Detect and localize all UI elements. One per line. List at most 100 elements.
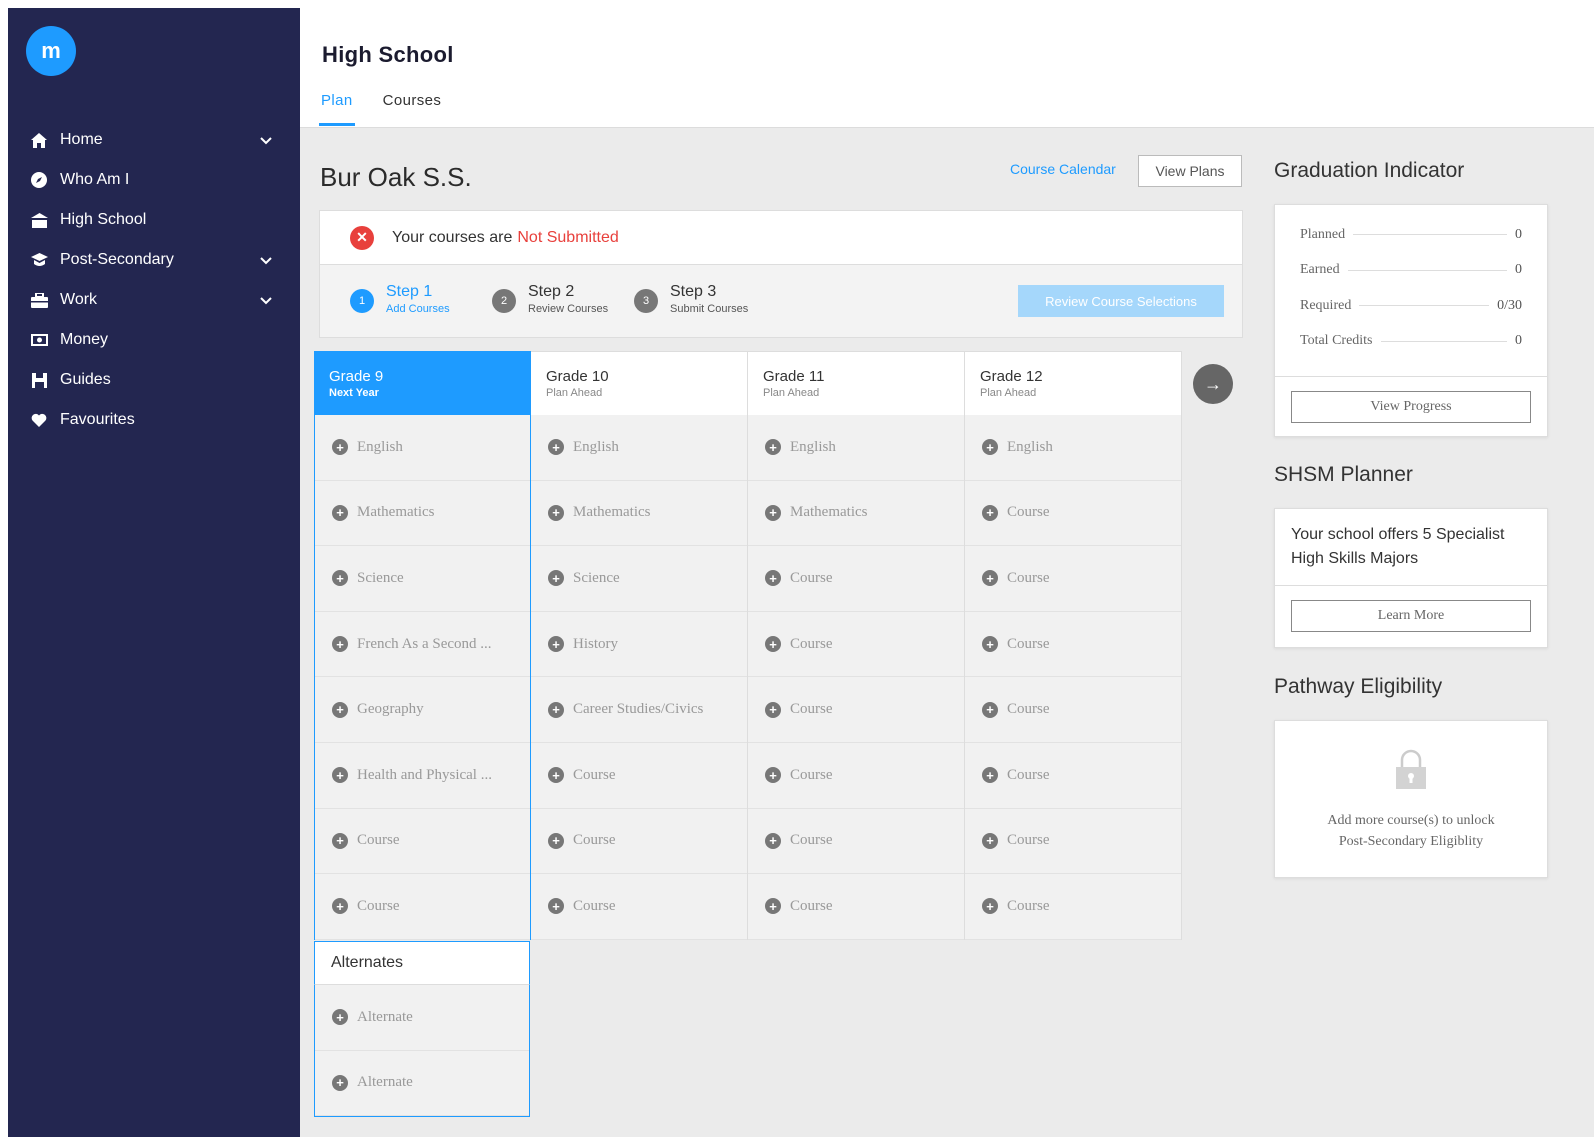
add-circle-icon: + bbox=[332, 1074, 348, 1091]
course-slot[interactable]: + Course bbox=[748, 809, 964, 875]
status-prefix: Your courses are bbox=[392, 228, 513, 246]
course-slot[interactable]: + Course bbox=[965, 546, 1181, 612]
course-slot[interactable]: + Course bbox=[748, 677, 964, 743]
chevron-down-icon[interactable] bbox=[260, 132, 272, 150]
course-slot[interactable]: + Course bbox=[531, 809, 747, 875]
sidebar-item-work[interactable]: Work bbox=[8, 280, 300, 320]
course-label: Course bbox=[573, 897, 616, 914]
course-slot[interactable]: + Mathematics bbox=[748, 481, 964, 547]
course-slot[interactable]: + English bbox=[531, 415, 747, 481]
sidebar-item-favourites[interactable]: Favourites bbox=[8, 400, 300, 440]
step-2[interactable]: 2 Step 2 Review Courses bbox=[492, 283, 608, 315]
logo-text: m bbox=[41, 38, 61, 63]
sidebar-item-who-am-i[interactable]: Who Am I bbox=[8, 160, 300, 200]
sidebar-nav: Home Who Am I High School Post-Secondary… bbox=[8, 120, 300, 440]
add-circle-icon: + bbox=[982, 439, 998, 456]
course-slot[interactable]: + Science bbox=[531, 546, 747, 612]
grade-title: Grade 12 bbox=[980, 368, 1043, 385]
learn-more-button[interactable]: Learn More bbox=[1291, 600, 1531, 632]
sidebar-item-label: Money bbox=[60, 331, 109, 348]
view-plans-button[interactable]: View Plans bbox=[1138, 155, 1242, 187]
course-label: Course bbox=[790, 766, 833, 783]
sidebar-item-money[interactable]: Money bbox=[8, 320, 300, 360]
grade-tab-9[interactable]: Grade 9 Next Year bbox=[314, 351, 531, 415]
credit-value: 0 bbox=[1515, 226, 1522, 242]
course-slot[interactable]: + Course bbox=[965, 809, 1181, 875]
course-slot[interactable]: + English bbox=[748, 415, 964, 481]
sidebar-item-post-secondary[interactable]: Post-Secondary bbox=[8, 240, 300, 280]
course-slot[interactable]: + Course bbox=[315, 809, 530, 875]
alternate-slot[interactable]: + Alternate bbox=[315, 985, 529, 1051]
alternate-slot[interactable]: + Alternate bbox=[315, 1051, 529, 1117]
grade-tab-12[interactable]: Grade 12 Plan Ahead bbox=[965, 351, 1182, 415]
sidebar-item-guides[interactable]: Guides bbox=[8, 360, 300, 400]
course-slot[interactable]: + Mathematics bbox=[531, 481, 747, 547]
sidebar-item-home[interactable]: Home bbox=[8, 120, 300, 160]
add-circle-icon: + bbox=[982, 636, 998, 653]
course-label: Course bbox=[790, 569, 833, 586]
alternate-label: Alternate bbox=[357, 1074, 413, 1091]
page-title: High School bbox=[322, 42, 454, 67]
course-slot[interactable]: + Course bbox=[965, 612, 1181, 678]
chevron-down-icon[interactable] bbox=[260, 292, 272, 310]
add-circle-icon: + bbox=[332, 504, 348, 521]
tab-courses[interactable]: Courses bbox=[381, 92, 444, 126]
add-circle-icon: + bbox=[765, 701, 781, 718]
course-calendar-link[interactable]: Course Calendar bbox=[1010, 161, 1116, 177]
add-circle-icon: + bbox=[982, 767, 998, 784]
lock-icon bbox=[1275, 721, 1547, 796]
briefcase-icon bbox=[28, 291, 50, 309]
course-slot[interactable]: + Course bbox=[748, 874, 964, 940]
grade-columns: + English + Mathematics + Science + French As a… bbox=[314, 415, 1182, 940]
add-circle-icon: + bbox=[982, 898, 998, 915]
course-slot[interactable]: + Course bbox=[531, 874, 747, 940]
course-slot[interactable]: + Geography bbox=[315, 677, 530, 743]
grade-tab-10[interactable]: Grade 10 Plan Ahead bbox=[531, 351, 748, 415]
course-slot[interactable]: + Course bbox=[965, 481, 1181, 547]
sidebar: m Home Who Am I High School Post-Seconda… bbox=[8, 8, 300, 1137]
submission-status: ✕ Your courses are Not Submitted bbox=[320, 211, 1242, 265]
course-slot[interactable]: + Course bbox=[965, 677, 1181, 743]
course-slot[interactable]: + Course bbox=[748, 546, 964, 612]
grade-tab-11[interactable]: Grade 11 Plan Ahead bbox=[748, 351, 965, 415]
course-slot[interactable]: + Mathematics bbox=[315, 481, 530, 547]
course-slot[interactable]: + English bbox=[965, 415, 1181, 481]
course-slot[interactable]: + Course bbox=[748, 743, 964, 809]
credit-value: 0/30 bbox=[1497, 297, 1522, 313]
sidebar-item-high-school[interactable]: High School bbox=[8, 200, 300, 240]
course-slot[interactable]: + Course bbox=[965, 743, 1181, 809]
submission-status-card: ✕ Your courses are Not Submitted 1 Step … bbox=[319, 210, 1243, 338]
step-subtitle: Submit Courses bbox=[670, 303, 749, 315]
step-3[interactable]: 3 Step 3 Submit Courses bbox=[634, 283, 748, 315]
course-slot[interactable]: + Course bbox=[315, 874, 530, 940]
guide-book-icon bbox=[28, 371, 50, 389]
course-label: Course bbox=[790, 832, 833, 849]
review-course-selections-button[interactable]: Review Course Selections bbox=[1018, 285, 1224, 317]
course-slot[interactable]: + History bbox=[531, 612, 747, 678]
app-logo[interactable]: m bbox=[26, 26, 76, 76]
step-number-badge: 1 bbox=[350, 289, 374, 313]
divider bbox=[1353, 234, 1507, 236]
course-slot[interactable]: + Science bbox=[315, 546, 530, 612]
course-slot[interactable]: + Career Studies/Civics bbox=[531, 677, 747, 743]
school-icon bbox=[28, 211, 50, 229]
step-1[interactable]: 1 Step 1 Add Courses bbox=[350, 283, 450, 315]
course-slot[interactable]: + English bbox=[315, 415, 530, 481]
status-value: Not Submitted bbox=[517, 228, 619, 246]
course-label: History bbox=[573, 635, 618, 652]
course-slot[interactable]: + Course bbox=[531, 743, 747, 809]
course-slot[interactable]: + French As a Second ... bbox=[315, 612, 530, 678]
grade-column: + English + Mathematics + Science + History + Car… bbox=[531, 415, 748, 940]
course-slot[interactable]: + Health and Physical ... bbox=[315, 743, 530, 809]
view-progress-button[interactable]: View Progress bbox=[1291, 391, 1531, 423]
credit-label: Required bbox=[1300, 297, 1352, 313]
next-grades-arrow-icon[interactable]: → bbox=[1193, 364, 1233, 404]
grade-title: Grade 11 bbox=[763, 368, 825, 385]
chevron-down-icon[interactable] bbox=[260, 252, 272, 270]
course-slot[interactable]: + Course bbox=[965, 874, 1181, 940]
course-label: Course bbox=[790, 635, 833, 652]
add-circle-icon: + bbox=[332, 898, 348, 915]
step-number-badge: 3 bbox=[634, 289, 658, 313]
course-slot[interactable]: + Course bbox=[748, 612, 964, 678]
tab-plan[interactable]: Plan bbox=[319, 92, 355, 126]
